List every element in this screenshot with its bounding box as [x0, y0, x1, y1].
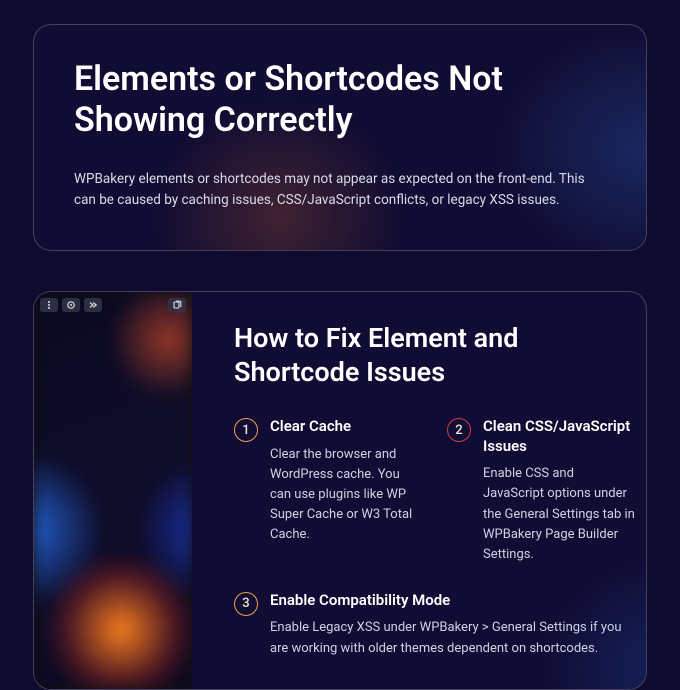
fix-title: How to Fix Element and Shortcode Issues	[234, 322, 614, 390]
step-title: Clean CSS/JavaScript Issues	[483, 417, 637, 456]
fix-content: How to Fix Element and Shortcode Issues …	[192, 292, 647, 689]
overflow-icon[interactable]	[40, 298, 58, 312]
step-title: Clear Cache	[270, 417, 419, 437]
intro-title: Elements or Shortcodes Not Showing Corre…	[74, 59, 594, 141]
step-number: 3	[234, 592, 258, 616]
step-3: 3 Enable Compatibility Mode Enable Legac…	[234, 591, 630, 659]
fix-card: How to Fix Element and Shortcode Issues …	[33, 291, 647, 690]
step-body: Enable CSS and JavaScript options under …	[483, 464, 637, 565]
thumbnail-panel	[34, 292, 192, 689]
step-body: Enable Legacy XSS under WPBakery > Gener…	[270, 618, 630, 658]
step-number: 1	[234, 418, 258, 442]
step-1: 1 Clear Cache Clear the browser and Word…	[234, 417, 419, 565]
intro-body: WPBakery elements or shortcodes may not …	[74, 169, 606, 212]
thumbnail-art	[34, 292, 192, 689]
intro-card: Elements or Shortcodes Not Showing Corre…	[33, 24, 647, 251]
step-number: 2	[447, 418, 471, 442]
expand-icon[interactable]	[84, 298, 102, 312]
view-icon[interactable]	[62, 298, 80, 312]
copy-icon[interactable]	[168, 298, 186, 312]
step-body: Clear the browser and WordPress cache. Y…	[270, 445, 419, 546]
step-2: 2 Clean CSS/JavaScript Issues Enable CSS…	[447, 417, 637, 565]
thumbnail-toolbar	[40, 298, 102, 312]
step-title: Enable Compatibility Mode	[270, 591, 630, 611]
